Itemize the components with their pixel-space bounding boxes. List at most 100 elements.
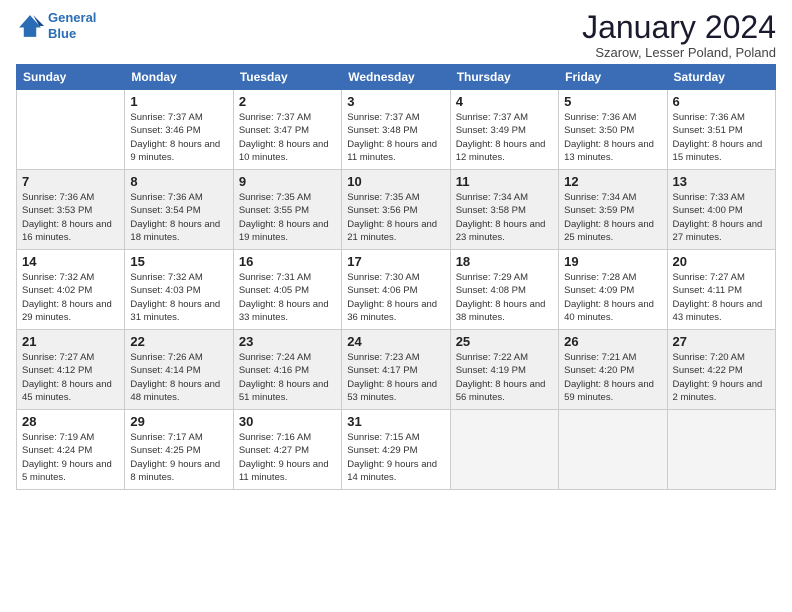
logo: General Blue — [16, 10, 96, 41]
day-number: 9 — [239, 174, 336, 189]
day-info: Sunrise: 7:32 AM Sunset: 4:03 PM Dayligh… — [130, 271, 227, 324]
col-saturday: Saturday — [667, 65, 775, 90]
day-info: Sunrise: 7:23 AM Sunset: 4:17 PM Dayligh… — [347, 351, 444, 404]
day-cell: 7 Sunrise: 7:36 AM Sunset: 3:53 PM Daylig… — [17, 170, 125, 250]
day-cell: 26 Sunrise: 7:21 AM Sunset: 4:20 PM Dayli… — [559, 330, 667, 410]
day-cell: 4 Sunrise: 7:37 AM Sunset: 3:49 PM Daylig… — [450, 90, 558, 170]
day-info: Sunrise: 7:24 AM Sunset: 4:16 PM Dayligh… — [239, 351, 336, 404]
day-info: Sunrise: 7:29 AM Sunset: 4:08 PM Dayligh… — [456, 271, 553, 324]
month-title: January 2024 — [582, 10, 776, 45]
col-wednesday: Wednesday — [342, 65, 450, 90]
week-row-1: 7 Sunrise: 7:36 AM Sunset: 3:53 PM Daylig… — [17, 170, 776, 250]
day-info: Sunrise: 7:36 AM Sunset: 3:53 PM Dayligh… — [22, 191, 119, 244]
day-cell: 15 Sunrise: 7:32 AM Sunset: 4:03 PM Dayli… — [125, 250, 233, 330]
day-number: 3 — [347, 94, 444, 109]
day-cell: 29 Sunrise: 7:17 AM Sunset: 4:25 PM Dayli… — [125, 410, 233, 490]
day-cell: 10 Sunrise: 7:35 AM Sunset: 3:56 PM Dayli… — [342, 170, 450, 250]
day-cell: 1Sunrise: 7:37 AM Sunset: 3:46 PM Daylig… — [125, 90, 233, 170]
day-info: Sunrise: 7:37 AM Sunset: 3:49 PM Dayligh… — [456, 111, 553, 164]
day-info: Sunrise: 7:16 AM Sunset: 4:27 PM Dayligh… — [239, 431, 336, 484]
day-info: Sunrise: 7:19 AM Sunset: 4:24 PM Dayligh… — [22, 431, 119, 484]
day-info: Sunrise: 7:37 AM Sunset: 3:47 PM Dayligh… — [239, 111, 336, 164]
day-cell: 3 Sunrise: 7:37 AM Sunset: 3:48 PM Daylig… — [342, 90, 450, 170]
day-cell: 16 Sunrise: 7:31 AM Sunset: 4:05 PM Dayli… — [233, 250, 341, 330]
day-cell: 6 Sunrise: 7:36 AM Sunset: 3:51 PM Daylig… — [667, 90, 775, 170]
day-info: Sunrise: 7:21 AM Sunset: 4:20 PM Dayligh… — [564, 351, 661, 404]
day-number: 29 — [130, 414, 227, 429]
day-cell: 31Sunrise: 7:15 AM Sunset: 4:29 PM Dayli… — [342, 410, 450, 490]
day-cell: 22 Sunrise: 7:26 AM Sunset: 4:14 PM Dayli… — [125, 330, 233, 410]
day-cell: 18Sunrise: 7:29 AM Sunset: 4:08 PM Dayli… — [450, 250, 558, 330]
header: General Blue January 2024 Szarow, Lesser… — [16, 10, 776, 60]
day-info: Sunrise: 7:34 AM Sunset: 3:58 PM Dayligh… — [456, 191, 553, 244]
day-info: Sunrise: 7:35 AM Sunset: 3:56 PM Dayligh… — [347, 191, 444, 244]
day-info: Sunrise: 7:36 AM Sunset: 3:51 PM Dayligh… — [673, 111, 770, 164]
day-info: Sunrise: 7:17 AM Sunset: 4:25 PM Dayligh… — [130, 431, 227, 484]
title-block: January 2024 Szarow, Lesser Poland, Pola… — [582, 10, 776, 60]
col-monday: Monday — [125, 65, 233, 90]
day-number: 16 — [239, 254, 336, 269]
day-info: Sunrise: 7:31 AM Sunset: 4:05 PM Dayligh… — [239, 271, 336, 324]
day-number: 6 — [673, 94, 770, 109]
location: Szarow, Lesser Poland, Poland — [582, 45, 776, 60]
day-cell: 12 Sunrise: 7:34 AM Sunset: 3:59 PM Dayli… — [559, 170, 667, 250]
day-number: 10 — [347, 174, 444, 189]
day-cell: 19 Sunrise: 7:28 AM Sunset: 4:09 PM Dayli… — [559, 250, 667, 330]
logo-text: General Blue — [48, 10, 96, 41]
day-number: 27 — [673, 334, 770, 349]
page: General Blue January 2024 Szarow, Lesser… — [0, 0, 792, 612]
day-info: Sunrise: 7:15 AM Sunset: 4:29 PM Dayligh… — [347, 431, 444, 484]
day-info: Sunrise: 7:34 AM Sunset: 3:59 PM Dayligh… — [564, 191, 661, 244]
day-number: 21 — [22, 334, 119, 349]
day-number: 14 — [22, 254, 119, 269]
day-number: 1 — [130, 94, 227, 109]
day-number: 7 — [22, 174, 119, 189]
day-number: 25 — [456, 334, 553, 349]
day-number: 11 — [456, 174, 553, 189]
day-number: 5 — [564, 94, 661, 109]
day-cell: 9 Sunrise: 7:35 AM Sunset: 3:55 PM Daylig… — [233, 170, 341, 250]
day-number: 26 — [564, 334, 661, 349]
day-info: Sunrise: 7:22 AM Sunset: 4:19 PM Dayligh… — [456, 351, 553, 404]
day-number: 2 — [239, 94, 336, 109]
day-number: 30 — [239, 414, 336, 429]
day-number: 12 — [564, 174, 661, 189]
day-cell: 23 Sunrise: 7:24 AM Sunset: 4:16 PM Dayli… — [233, 330, 341, 410]
day-number: 15 — [130, 254, 227, 269]
day-cell — [559, 410, 667, 490]
day-info: Sunrise: 7:28 AM Sunset: 4:09 PM Dayligh… — [564, 271, 661, 324]
day-cell — [450, 410, 558, 490]
col-friday: Friday — [559, 65, 667, 90]
day-info: Sunrise: 7:27 AM Sunset: 4:11 PM Dayligh… — [673, 271, 770, 324]
day-number: 13 — [673, 174, 770, 189]
col-sunday: Sunday — [17, 65, 125, 90]
day-cell: 2 Sunrise: 7:37 AM Sunset: 3:47 PM Daylig… — [233, 90, 341, 170]
day-cell: 30 Sunrise: 7:16 AM Sunset: 4:27 PM Dayli… — [233, 410, 341, 490]
day-number: 17 — [347, 254, 444, 269]
day-info: Sunrise: 7:33 AM Sunset: 4:00 PM Dayligh… — [673, 191, 770, 244]
week-row-3: 21 Sunrise: 7:27 AM Sunset: 4:12 PM Dayli… — [17, 330, 776, 410]
day-cell — [17, 90, 125, 170]
week-row-0: 1Sunrise: 7:37 AM Sunset: 3:46 PM Daylig… — [17, 90, 776, 170]
logo-icon — [16, 12, 44, 40]
day-info: Sunrise: 7:37 AM Sunset: 3:48 PM Dayligh… — [347, 111, 444, 164]
day-number: 20 — [673, 254, 770, 269]
day-number: 22 — [130, 334, 227, 349]
day-info: Sunrise: 7:35 AM Sunset: 3:55 PM Dayligh… — [239, 191, 336, 244]
day-cell: 27 Sunrise: 7:20 AM Sunset: 4:22 PM Dayli… — [667, 330, 775, 410]
day-number: 28 — [22, 414, 119, 429]
day-cell: 28 Sunrise: 7:19 AM Sunset: 4:24 PM Dayli… — [17, 410, 125, 490]
logo-line1: General — [48, 10, 96, 25]
day-info: Sunrise: 7:32 AM Sunset: 4:02 PM Dayligh… — [22, 271, 119, 324]
day-number: 8 — [130, 174, 227, 189]
week-row-2: 14 Sunrise: 7:32 AM Sunset: 4:02 PM Dayli… — [17, 250, 776, 330]
day-info: Sunrise: 7:20 AM Sunset: 4:22 PM Dayligh… — [673, 351, 770, 404]
day-info: Sunrise: 7:26 AM Sunset: 4:14 PM Dayligh… — [130, 351, 227, 404]
day-info: Sunrise: 7:27 AM Sunset: 4:12 PM Dayligh… — [22, 351, 119, 404]
header-row: Sunday Monday Tuesday Wednesday Thursday… — [17, 65, 776, 90]
calendar-table: Sunday Monday Tuesday Wednesday Thursday… — [16, 64, 776, 490]
day-number: 23 — [239, 334, 336, 349]
day-number: 4 — [456, 94, 553, 109]
day-info: Sunrise: 7:30 AM Sunset: 4:06 PM Dayligh… — [347, 271, 444, 324]
day-number: 19 — [564, 254, 661, 269]
